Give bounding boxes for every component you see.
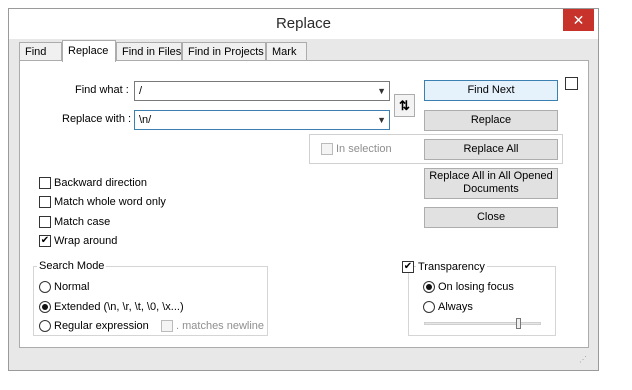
transparency-slider-thumb[interactable] (515, 318, 521, 329)
radio-dot (426, 284, 432, 290)
backward-direction-checkbox[interactable] (39, 177, 51, 189)
swap-icon: ⇅ (399, 98, 410, 113)
in-selection-checkbox[interactable] (321, 143, 333, 155)
checkmark-icon: ✔ (40, 235, 50, 246)
always-radio[interactable] (423, 301, 435, 313)
match-case-checkbox[interactable] (39, 216, 51, 228)
wrap-around-checkbox[interactable]: ✔ (39, 235, 51, 247)
replace-all-opened-button[interactable]: Replace All in All Opened Documents (424, 168, 558, 199)
replace-panel: Find what : / ▼ Replace with : \n/ ▼ ⇅ F… (19, 60, 589, 348)
tab-replace[interactable]: Replace (62, 40, 116, 62)
resize-grip-icon[interactable]: ⋰ (579, 355, 587, 364)
in-selection-label: In selection (336, 143, 392, 155)
chevron-down-icon[interactable]: ▼ (377, 82, 386, 100)
normal-label: Normal (54, 281, 90, 293)
replace-all-button[interactable]: Replace All (424, 139, 558, 160)
chevron-down-icon[interactable]: ▼ (377, 111, 386, 129)
extended-label: Extended (\n, \r, \t, \0, \x...) (54, 301, 184, 313)
on-losing-focus-radio[interactable] (423, 281, 435, 293)
match-whole-word-checkbox[interactable] (39, 196, 51, 208)
normal-radio[interactable] (39, 281, 51, 293)
wrap-around-label: Wrap around (54, 235, 118, 247)
close-window-button[interactable]: ✕ (563, 9, 594, 31)
replace-with-input[interactable]: \n/ ▼ (134, 110, 390, 130)
search-mode-title: Search Mode (37, 260, 107, 272)
close-icon: ✕ (572, 12, 585, 28)
backward-direction-label: Backward direction (54, 177, 147, 189)
tab-mark[interactable]: Mark (266, 42, 307, 60)
transparency-slider-track[interactable] (424, 322, 541, 325)
on-losing-focus-label: On losing focus (438, 281, 514, 293)
match-whole-word-label: Match whole word only (54, 196, 166, 208)
find-what-input[interactable]: / ▼ (134, 81, 390, 101)
find-what-label: Find what : (75, 84, 129, 96)
match-case-label: Match case (54, 216, 111, 228)
always-label: Always (438, 301, 473, 313)
swap-fields-button[interactable]: ⇅ (394, 94, 415, 117)
status-bar: ⋰ (19, 352, 589, 366)
window-title: Replace (9, 9, 598, 39)
transparency-checkbox[interactable]: ✔ (402, 261, 414, 273)
checkmark-icon: ✔ (403, 261, 413, 272)
tab-find[interactable]: Find (19, 42, 62, 60)
close-button[interactable]: Close (424, 207, 558, 228)
replace-with-value: \n/ (139, 114, 152, 126)
replace-dialog: Replace ✕ Find Replace Find in Files Fin… (8, 8, 599, 371)
matches-newline-checkbox[interactable] (161, 320, 173, 332)
replace-all-opened-line1: Replace All in All Opened (429, 170, 553, 182)
transparency-label: Transparency (416, 261, 487, 273)
replace-with-label: Replace with : (62, 113, 132, 125)
radio-dot (42, 304, 48, 310)
tab-find-in-files[interactable]: Find in Files (116, 42, 182, 60)
extended-radio[interactable] (39, 301, 51, 313)
replace-all-opened-line2: Documents (463, 183, 519, 195)
find-next-button[interactable]: Find Next (424, 80, 558, 101)
regex-label: Regular expression (54, 320, 149, 332)
extra-checkbox[interactable] (565, 77, 578, 90)
tab-find-in-projects[interactable]: Find in Projects (182, 42, 266, 60)
find-what-value: / (139, 85, 143, 97)
regex-radio[interactable] (39, 320, 51, 332)
replace-button[interactable]: Replace (424, 110, 558, 131)
matches-newline-label: . matches newline (176, 320, 265, 332)
